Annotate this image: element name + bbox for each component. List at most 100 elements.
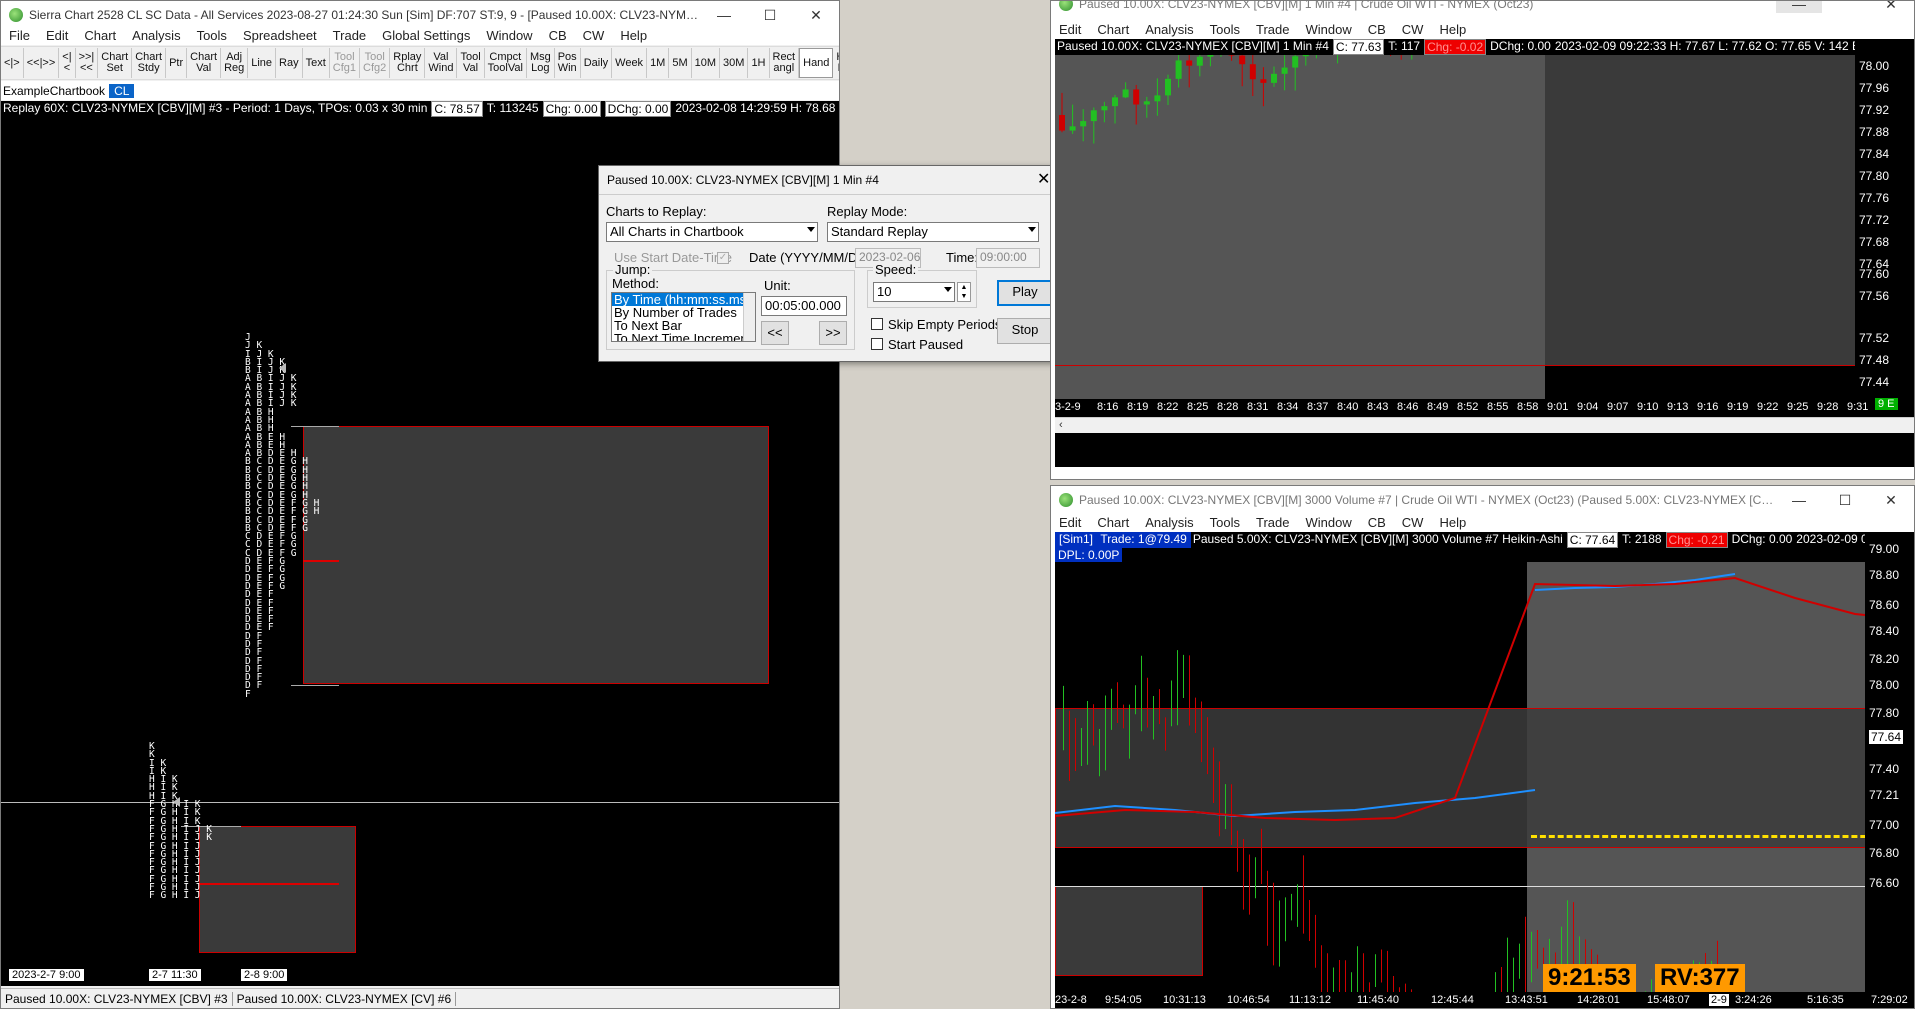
toolbar-button-11[interactable]: Text — [303, 48, 330, 78]
menu-item-chart[interactable]: Chart — [76, 28, 124, 43]
time-input[interactable]: 09:00:00 — [976, 248, 1040, 268]
speed-select[interactable]: 10 — [873, 282, 955, 302]
toolbar-button-15[interactable]: Val Wind — [425, 48, 458, 78]
menu-item-tools[interactable]: Tools — [189, 28, 235, 43]
toolbar-button-2[interactable]: <|< — [59, 48, 76, 78]
menu-item-window[interactable]: Window — [478, 28, 540, 43]
tpo-time-axis[interactable]: 2023-2-7 9:002-7 11:302-8 9:00Thu 2023-0… — [1, 967, 839, 985]
toolbar-button-10[interactable]: Ray — [276, 48, 303, 78]
status-tab-chart3[interactable]: Paused 10.00X: CLV23-NYMEX [CBV] #3 — [1, 991, 233, 1006]
toolbar-button-6[interactable]: Ptr — [166, 48, 188, 78]
toolbar-button-17[interactable]: Cmpct ToolVal — [485, 48, 527, 78]
unit-input[interactable]: 00:05:00.000 — [761, 296, 847, 316]
toolbar-button-16[interactable]: Tool Val — [457, 48, 485, 78]
toolbar-button-4[interactable]: Chart Set — [98, 48, 133, 78]
tr-scrollbar[interactable] — [1055, 417, 1914, 433]
use-start-datetime-checkbox[interactable]: ✓ — [717, 252, 729, 264]
scroll-left-icon[interactable]: ‹ — [1059, 419, 1063, 431]
menu-item-chart[interactable]: Chart — [1089, 515, 1137, 530]
close-icon[interactable]: ✕ — [1868, 486, 1914, 514]
jump-forward-button[interactable]: >> — [819, 321, 847, 345]
speed-spinner[interactable]: ▲ ▼ — [957, 282, 971, 302]
menu-item-edit[interactable]: Edit — [1051, 22, 1089, 37]
chartbook-tab[interactable]: ExampleChartbook — [1, 84, 107, 98]
menu-item-trade[interactable]: Trade — [1248, 515, 1297, 530]
br-time-axis[interactable]: 23-2-8 9:54:05 10:31:13 10:46:54 11:13:12 11:… — [1055, 992, 1914, 1008]
maximize-icon[interactable]: ☐ — [1822, 486, 1868, 514]
toolbar-button-1[interactable]: <<|>> — [24, 48, 60, 78]
play-button[interactable]: Play — [997, 280, 1053, 306]
candle-body — [1196, 56, 1203, 66]
toolbar-button-23[interactable]: 5M — [669, 48, 692, 78]
toolbar-button-19[interactable]: Pos Win — [555, 48, 581, 78]
tr-time-axis[interactable]: 3-2-9 8:16 8:19 8:22 8:25 8:28 8:31 8:34 8:37 8:4… — [1055, 399, 1914, 417]
toolbar-button-13[interactable]: Tool Cfg2 — [360, 48, 391, 78]
menu-item-edit[interactable]: Edit — [1051, 515, 1089, 530]
menu-item-window[interactable]: Window — [1297, 515, 1359, 530]
minimize-icon[interactable]: — — [1776, 1, 1822, 13]
menu-item-cb[interactable]: CB — [1360, 22, 1394, 37]
tr-title-bar[interactable]: Paused 10.00X: CLV23-NYMEX [CBV][M] 1 Mi… — [1051, 0, 1914, 13]
toolbar-button-20[interactable]: Daily — [581, 48, 613, 78]
toolbar-button-5[interactable]: Chart Stdy — [132, 48, 167, 78]
replay-dialog-close-icon[interactable]: ✕ — [1037, 169, 1050, 189]
volume-chart[interactable]: [Sim1] Trade: 1@79.49 Paused 5.00X: CLV2… — [1055, 532, 1914, 1008]
menu-item-file[interactable]: File — [1, 28, 38, 43]
menu-item-cb[interactable]: CB — [541, 28, 575, 43]
toolbar-button-28[interactable]: Hand — [799, 48, 834, 78]
menu-item-help[interactable]: Help — [1431, 515, 1474, 530]
chartbook-badge[interactable]: CL — [109, 83, 135, 98]
price-label: 78.20 — [1869, 652, 1900, 666]
toolbar-button-29[interactable]: Horz Line — [833, 48, 839, 78]
br-price-axis[interactable]: 79.00 78.80 78.60 78.40 78.20 78.00 77.80 77.64… — [1865, 532, 1914, 1008]
toolbar-button-7[interactable]: Chart Val — [187, 48, 222, 78]
menu-item-trade[interactable]: Trade — [325, 28, 374, 43]
menu-item-tools[interactable]: Tools — [1202, 22, 1248, 37]
toolbar-button-0[interactable]: <|> — [1, 48, 24, 78]
toolbar-button-8[interactable]: Adj Reg — [221, 48, 249, 78]
close-icon[interactable]: ✕ — [1868, 1, 1914, 13]
menu-item-spreadsheet[interactable]: Spreadsheet — [235, 28, 325, 43]
toolbar-button-21[interactable]: Week — [612, 48, 648, 78]
toolbar-button-25[interactable]: 30M — [720, 48, 749, 78]
menu-item-analysis[interactable]: Analysis — [1137, 515, 1201, 530]
br-title-bar[interactable]: Paused 10.00X: CLV23-NYMEX [CBV][M] 3000… — [1051, 486, 1914, 514]
tr-window-title: Paused 10.00X: CLV23-NYMEX [CBV][M] 1 Mi… — [1079, 0, 1534, 11]
menu-item-cw[interactable]: CW — [575, 28, 613, 43]
start-paused-checkbox[interactable] — [871, 338, 883, 350]
toolbar-button-27[interactable]: Rect angl — [770, 48, 800, 78]
skip-empty-periods-checkbox[interactable] — [871, 318, 883, 330]
menu-item-help[interactable]: Help — [1431, 22, 1474, 37]
toolbar-button-14[interactable]: Rplay Chrt — [390, 48, 426, 78]
jump-back-button[interactable]: << — [761, 321, 789, 345]
method-listbox[interactable]: By Time (hh:mm:ss.ms) By Number of Trades… — [611, 292, 756, 342]
menu-item-analysis[interactable]: Analysis — [1137, 22, 1201, 37]
toolbar-button-22[interactable]: 1M — [647, 48, 670, 78]
menu-item-analysis[interactable]: Analysis — [124, 28, 188, 43]
menu-item-edit[interactable]: Edit — [38, 28, 76, 43]
maximize-icon[interactable] — [1822, 1, 1868, 13]
stop-button[interactable]: Stop — [997, 318, 1053, 344]
menu-item-help[interactable]: Help — [612, 28, 655, 43]
status-tab-chart6[interactable]: Paused 10.00X: CLV23-NYMEX [CV] #6 — [233, 991, 457, 1006]
toolbar-button-12[interactable]: Tool Cfg1 — [330, 48, 361, 78]
method-option[interactable]: To Next Time Increment (h — [612, 332, 755, 341]
menu-item-tools[interactable]: Tools — [1202, 515, 1248, 530]
toolbar-button-3[interactable]: >>|<< — [76, 48, 99, 78]
menu-item-chart[interactable]: Chart — [1089, 22, 1137, 37]
charts-to-replay-select[interactable]: All Charts in Chartbook — [606, 222, 818, 242]
listbox-scrollbar[interactable] — [743, 293, 755, 341]
menu-item-cw[interactable]: CW — [1394, 22, 1432, 37]
toolbar-button-24[interactable]: 10M — [692, 48, 721, 78]
toolbar-button-9[interactable]: Line — [248, 48, 277, 78]
toolbar-button-18[interactable]: Msg Log — [527, 48, 555, 78]
menu-item-cw[interactable]: CW — [1394, 515, 1432, 530]
replay-mode-select[interactable]: Standard Replay — [827, 222, 1039, 242]
menu-item-global-settings[interactable]: Global Settings — [374, 28, 478, 43]
one-minute-chart[interactable]: Paused 10.00X: CLV23-NYMEX [CBV][M] 1 Mi… — [1055, 39, 1914, 467]
menu-item-trade[interactable]: Trade — [1248, 22, 1297, 37]
toolbar-button-26[interactable]: 1H — [748, 48, 770, 78]
minimize-icon[interactable]: — — [1776, 486, 1822, 514]
menu-item-cb[interactable]: CB — [1360, 515, 1394, 530]
menu-item-window[interactable]: Window — [1297, 22, 1359, 37]
